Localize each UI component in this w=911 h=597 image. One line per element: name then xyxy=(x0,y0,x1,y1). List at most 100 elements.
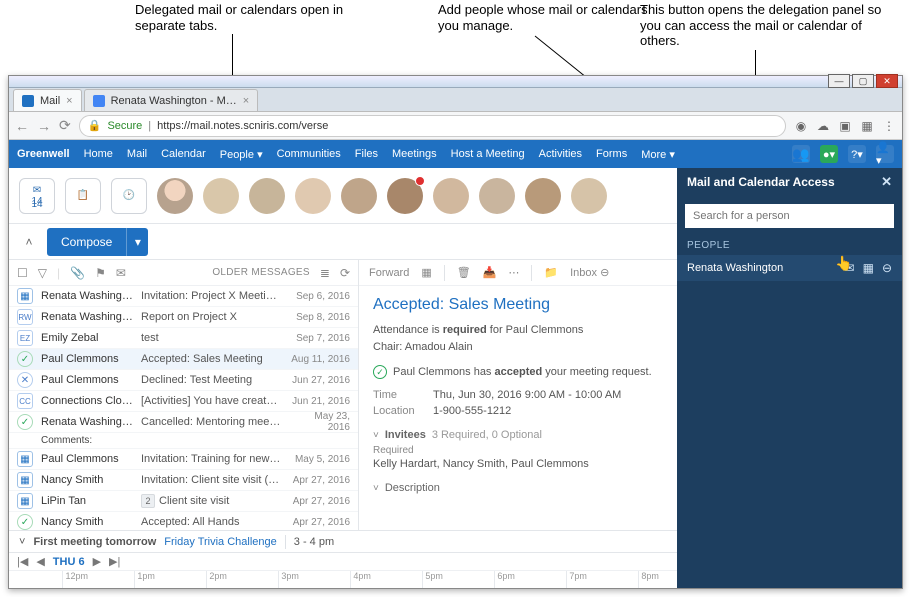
contact-avatar[interactable] xyxy=(479,178,515,214)
delegation-button[interactable]: 👥 xyxy=(792,145,810,163)
browser-tab-delegate[interactable]: Renata Washington - M… × xyxy=(84,89,259,111)
message-row[interactable]: ▦Paul ClemmonsInvitation: Training for n… xyxy=(9,449,358,470)
envelope-icon[interactable]: ✉ xyxy=(116,266,126,280)
window-maximize[interactable]: ▢ xyxy=(852,74,874,88)
nav-mail[interactable]: Mail xyxy=(127,148,147,160)
nav-meetings[interactable]: Meetings xyxy=(392,148,437,160)
older-messages-label[interactable]: OLDER MESSAGES xyxy=(212,267,310,278)
check-icon: ✓ xyxy=(17,351,33,367)
contact-avatar[interactable] xyxy=(249,178,285,214)
list-density-icon[interactable]: ≣ xyxy=(320,266,330,280)
brand-label[interactable]: Greenwell xyxy=(17,148,70,160)
message-row[interactable]: ✓Nancy SmithAccepted: All HandsApr 27, 2… xyxy=(9,512,358,530)
ext-icon[interactable]: ▣ xyxy=(838,119,852,133)
todo-button[interactable]: 📋 xyxy=(65,178,101,214)
trash-icon[interactable]: 🗑 xyxy=(457,266,471,279)
message-list-panel: ☐ ▽ | 📎 ⚑ ✉ OLDER MESSAGES ≣ ⟳ ▦Renata W… xyxy=(9,260,359,530)
nav-host-meeting[interactable]: Host a Meeting xyxy=(451,148,525,160)
nav-files[interactable]: Files xyxy=(355,148,378,160)
contact-avatar[interactable] xyxy=(203,178,239,214)
timeline-first[interactable]: |◀ xyxy=(17,555,28,568)
search-person-input[interactable] xyxy=(685,204,894,228)
delegated-person-row[interactable]: Renata Washington ✉ ▦ ⊖ xyxy=(677,255,902,281)
message-row[interactable]: ▦Nancy SmithInvitation: Client site visi… xyxy=(9,470,358,491)
ext-icon[interactable]: ▦ xyxy=(860,119,874,133)
eye-icon[interactable]: ◉ xyxy=(794,119,808,133)
nav-activities[interactable]: Activities xyxy=(539,148,582,160)
folder-icon[interactable]: 📁 xyxy=(544,266,558,279)
message-row[interactable]: EZEmily ZebaltestSep 7, 2016 xyxy=(9,328,358,349)
close-icon[interactable]: × xyxy=(243,95,249,107)
message-sender: Renata Washington xyxy=(41,416,133,428)
tab-label: Mail xyxy=(40,95,60,107)
contact-avatar[interactable] xyxy=(387,178,423,214)
flag-icon[interactable]: ⚑ xyxy=(95,266,106,280)
contact-avatar[interactable] xyxy=(571,178,607,214)
message-date: Sep 7, 2016 xyxy=(290,333,350,344)
window-close[interactable]: ✕ xyxy=(876,74,898,88)
remove-icon[interactable]: ⊖ xyxy=(882,261,892,275)
message-row[interactable]: RWRenata WashingtonReport on Project XSe… xyxy=(9,307,358,328)
chevron-up-icon: ˄ xyxy=(25,235,32,249)
window-minimize[interactable]: — xyxy=(828,74,850,88)
cloud-icon[interactable]: ☁ xyxy=(816,119,830,133)
preview-attendance: Attendance is required for Paul Clemmons… xyxy=(373,322,663,355)
nav-home[interactable]: Home xyxy=(84,148,113,160)
forward-button[interactable]: Forward xyxy=(369,267,409,279)
compose-dropdown[interactable]: ▾ xyxy=(126,228,148,256)
contact-avatar[interactable] xyxy=(433,178,469,214)
user-menu-icon[interactable]: 👤▾ xyxy=(876,145,894,163)
message-row[interactable]: ✓Renata WashingtonCancelled: Mentoring m… xyxy=(9,412,358,433)
nav-forms[interactable]: Forms xyxy=(596,148,627,160)
menu-icon[interactable]: ⋮ xyxy=(882,119,896,133)
timeline-next[interactable]: ▶ xyxy=(93,555,101,568)
nav-more[interactable]: More ▾ xyxy=(641,148,675,161)
timeline-prev[interactable]: ◀ xyxy=(36,555,44,568)
refresh-icon[interactable]: ⟳ xyxy=(340,266,350,280)
timeline-last[interactable]: ▶| xyxy=(109,555,120,568)
contact-avatar[interactable] xyxy=(295,178,331,214)
checkbox-icon[interactable]: ☐ xyxy=(17,266,28,280)
nav-communities[interactable]: Communities xyxy=(277,148,341,160)
calendar-icon[interactable]: ▦ xyxy=(863,261,874,275)
compose-button[interactable]: Compose xyxy=(47,228,126,256)
archive-icon[interactable]: 📥 xyxy=(483,266,497,279)
chevron-down-icon[interactable]: ˅ xyxy=(19,536,25,548)
attachment-icon[interactable]: 📎 xyxy=(70,266,85,280)
collapse-button[interactable]: ˄ xyxy=(19,228,39,256)
timeline-day[interactable]: THU 6 xyxy=(53,556,85,568)
close-icon[interactable]: × xyxy=(66,95,72,107)
message-row[interactable]: ▦LiPin Tan2Client site visitApr 27, 2016 xyxy=(9,491,358,512)
status-icon[interactable]: ●▾ xyxy=(820,145,838,163)
waiting-button[interactable]: 🕑 xyxy=(111,178,147,214)
filter-icon[interactable]: ▽ xyxy=(38,266,47,280)
nav-people[interactable]: People ▾ xyxy=(220,148,263,161)
preview-title: Accepted: Sales Meeting xyxy=(373,296,663,314)
contact-avatar[interactable] xyxy=(341,178,377,214)
contact-avatar[interactable] xyxy=(157,178,193,214)
message-subject: [Activities] You have created a new act… xyxy=(141,395,282,407)
help-icon[interactable]: ?▾ xyxy=(848,145,866,163)
message-row[interactable]: CCConnections Cloud[Activities] You have… xyxy=(9,391,358,412)
close-icon[interactable]: ✕ xyxy=(881,174,892,190)
message-date: Jun 21, 2016 xyxy=(290,396,350,407)
clipboard-icon: 📋 xyxy=(77,190,89,201)
message-row[interactable]: ✓Paul ClemmonsAccepted: Sales MeetingAug… xyxy=(9,349,358,370)
message-row[interactable]: ▦Renata WashingtonInvitation: Project X … xyxy=(9,286,358,307)
mail-icon[interactable]: ✉ xyxy=(845,261,855,275)
nav-reload-icon[interactable]: ⟳ xyxy=(59,117,71,134)
url-field[interactable]: 🔒 Secure | https://mail.notes.scniris.co… xyxy=(79,115,786,137)
contact-avatar[interactable] xyxy=(525,178,561,214)
message-row[interactable]: ✕Paul ClemmonsDeclined: Test MeetingJun … xyxy=(9,370,358,391)
nav-back-icon[interactable]: ← xyxy=(15,118,29,134)
grid-view-icon[interactable]: ▦ xyxy=(421,266,431,279)
more-icon[interactable]: ⋯ xyxy=(508,266,519,279)
invitees-header[interactable]: ˅ Invitees 3 Required, 0 Optional xyxy=(373,429,663,441)
inbox-button[interactable]: ✉ 14 xyxy=(19,178,55,214)
inbox-label[interactable]: Inbox ⊖ xyxy=(570,266,609,279)
browser-tab-mail[interactable]: Mail × xyxy=(13,89,82,111)
nav-calendar[interactable]: Calendar xyxy=(161,148,206,160)
next-meeting-event[interactable]: Friday Trivia Challenge xyxy=(164,536,277,548)
description-header[interactable]: ˅ Description xyxy=(373,482,663,494)
nav-forward-icon[interactable]: → xyxy=(37,118,51,134)
